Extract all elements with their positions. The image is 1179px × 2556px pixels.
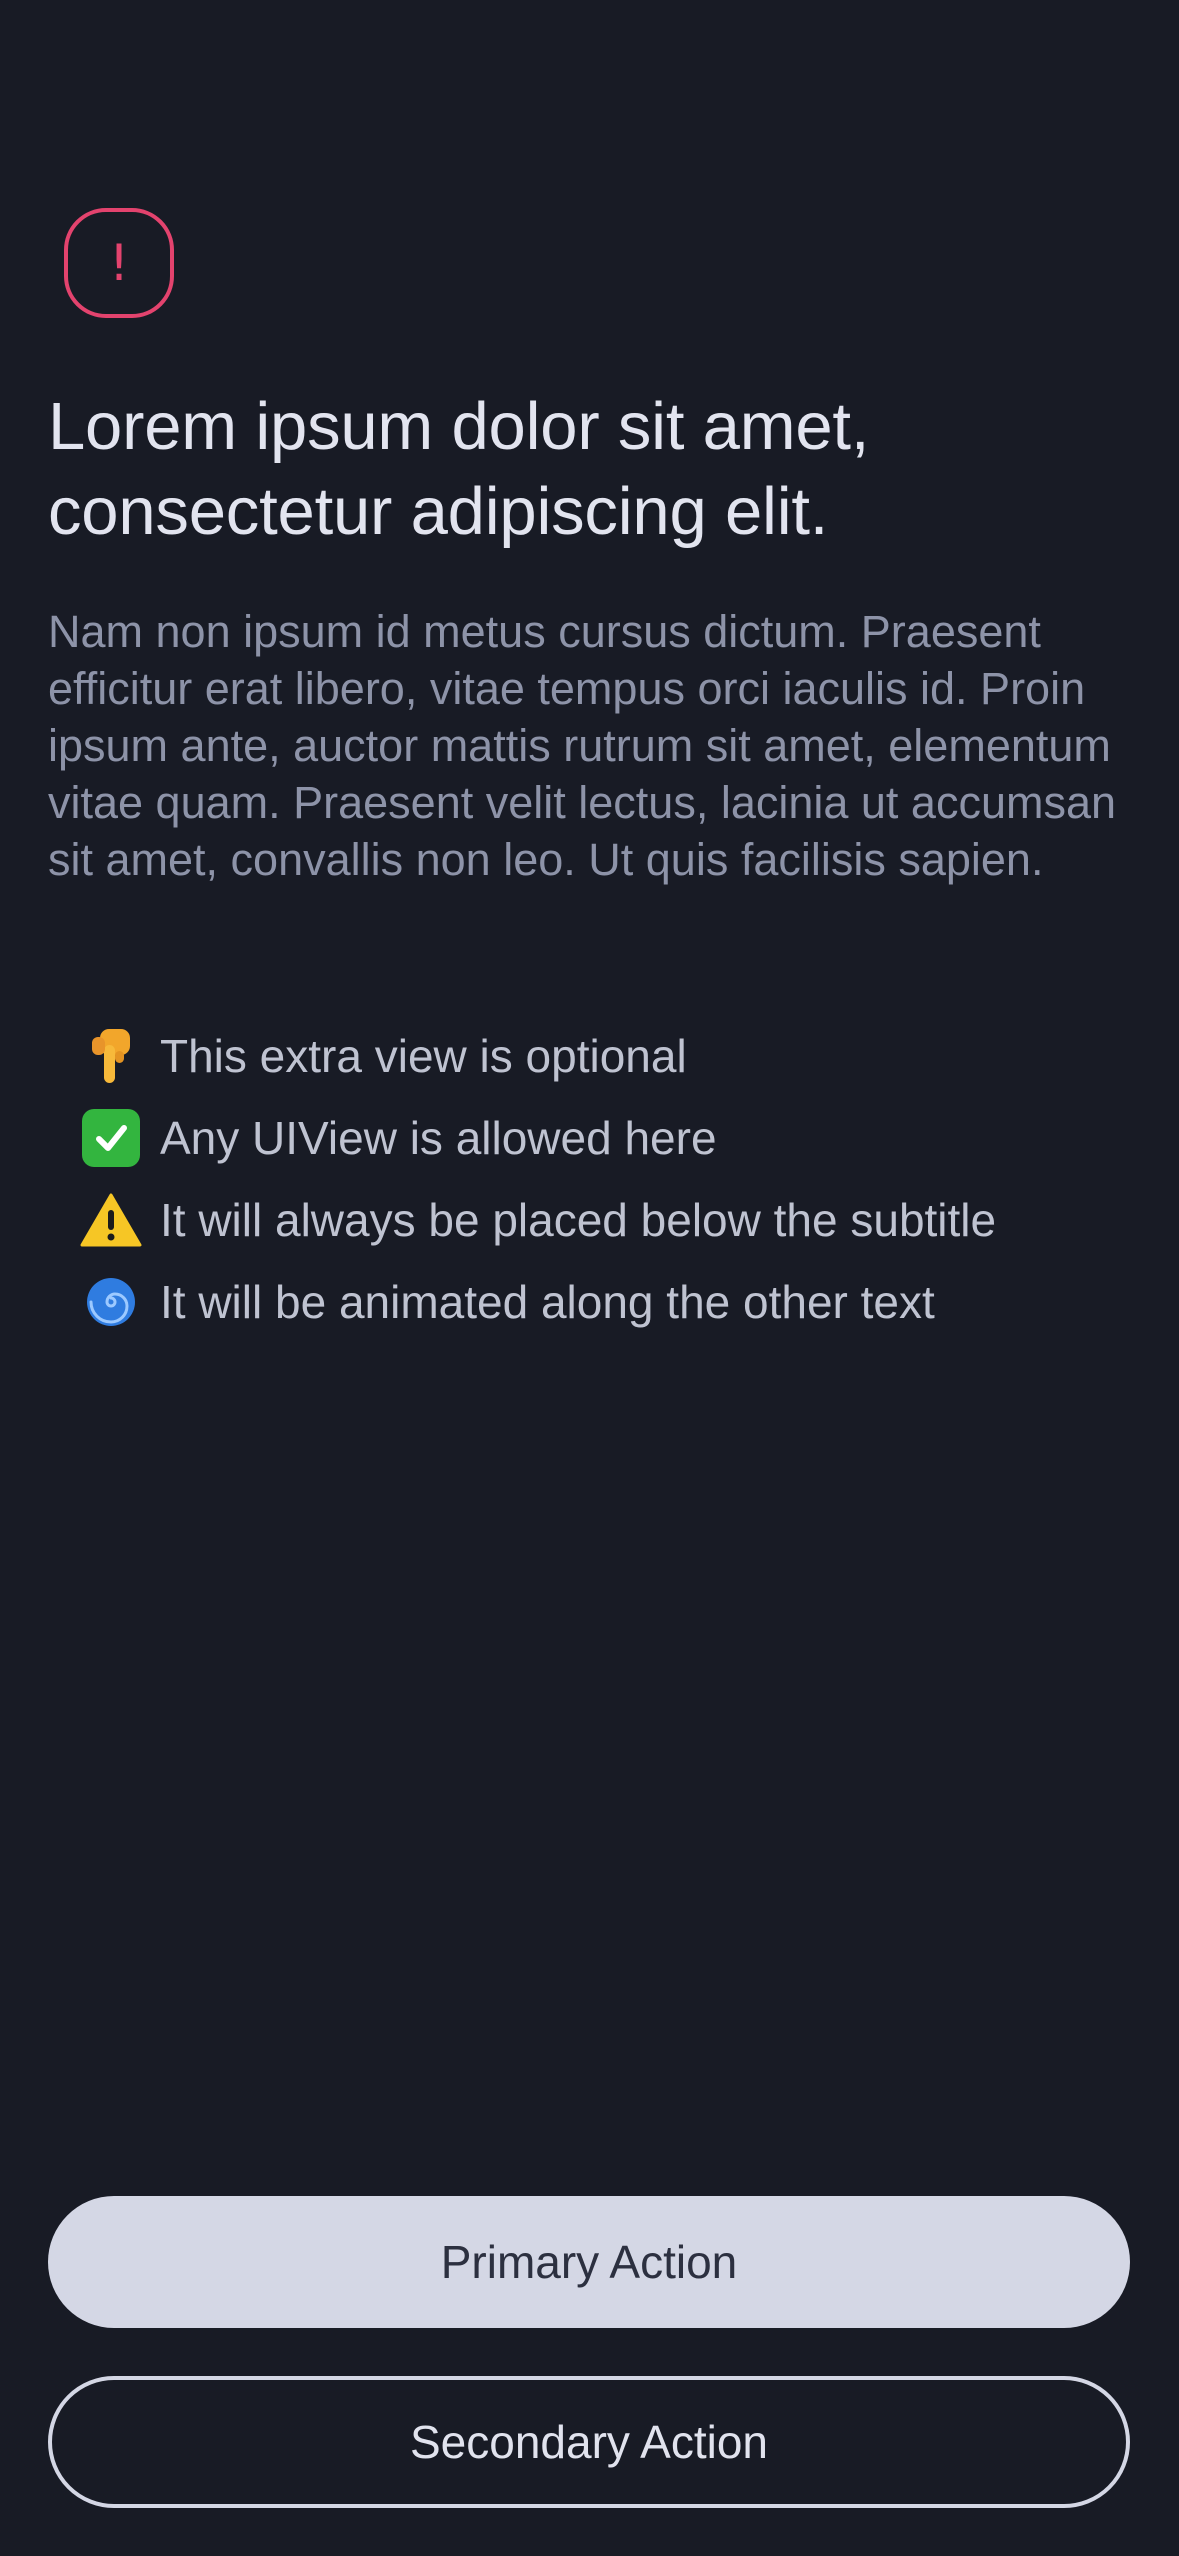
warning-icon <box>78 1190 144 1250</box>
page-subtitle: Nam non ipsum id metus cursus dictum. Pr… <box>48 606 1117 885</box>
list-item-text: It will be animated along the other text <box>160 1276 935 1328</box>
pointing-down-hand-icon <box>78 1026 144 1086</box>
cyclone-icon <box>78 1272 144 1332</box>
exclamation-glyph: ! <box>108 234 130 292</box>
list-item: It will be animated along the other text <box>78 1261 1138 1343</box>
secondary-action-button[interactable]: Secondary Action <box>48 2376 1130 2508</box>
list-item-text: This extra view is optional <box>160 1030 687 1082</box>
page-title: Lorem ipsum dolor sit amet, consectetur … <box>48 389 870 549</box>
exclamation-icon: ! <box>64 208 174 318</box>
list-item: Any UIView is allowed here <box>78 1097 1138 1179</box>
primary-action-button[interactable]: Primary Action <box>48 2196 1130 2328</box>
check-mark-button-icon <box>78 1108 144 1168</box>
list-item: This extra view is optional <box>78 1015 1138 1097</box>
extra-view-list: This extra view is optional Any UIView i… <box>78 1015 1138 1343</box>
list-item: It will always be placed below the subti… <box>78 1179 1138 1261</box>
list-item-text: It will always be placed below the subti… <box>160 1194 997 1246</box>
list-item-text: Any UIView is allowed here <box>160 1112 717 1164</box>
